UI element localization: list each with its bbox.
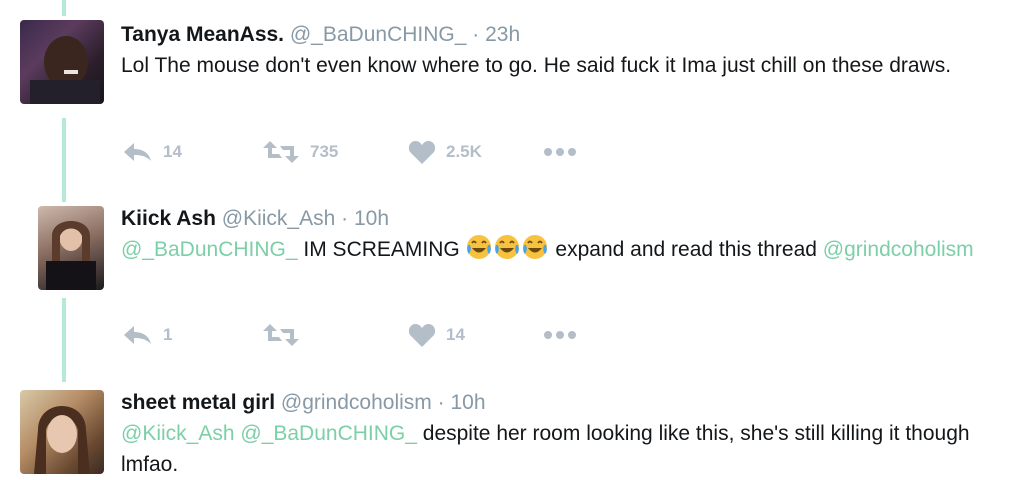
heart-icon — [408, 323, 436, 348]
more-dots-icon — [543, 147, 577, 157]
retweet-button[interactable]: 735 — [262, 137, 338, 167]
reply-arrow-icon — [121, 323, 153, 347]
username[interactable]: @_BaDunCHING_ — [290, 23, 467, 46]
face-with-tears-of-joy-icon — [522, 234, 548, 269]
avatar[interactable] — [38, 206, 104, 290]
tweet: sheet metal girl @grindcoholism · 10h @K… — [121, 390, 994, 480]
username[interactable]: @Kiick_Ash — [222, 207, 336, 230]
separator: · — [341, 207, 349, 230]
more-button[interactable] — [543, 320, 577, 350]
tweet-text: @_BaDunCHING_ IM SCREAMING expand and re… — [121, 234, 994, 269]
avatar[interactable] — [20, 390, 104, 474]
reply-button[interactable]: 1 — [121, 320, 172, 350]
mention-link[interactable]: @_BaDunCHING_ — [240, 422, 417, 445]
more-dots-icon — [543, 330, 577, 340]
retweet-icon — [262, 323, 300, 347]
like-button[interactable]: 14 — [408, 320, 465, 350]
text-segment: IM SCREAMING — [297, 238, 466, 261]
retweet-button[interactable] — [262, 320, 300, 350]
retweet-count: 735 — [310, 142, 339, 161]
reply-count: 1 — [163, 325, 173, 344]
mention-link[interactable]: @grindcoholism — [823, 238, 974, 261]
timestamp[interactable]: 10h — [450, 391, 485, 414]
timestamp[interactable]: 23h — [485, 23, 520, 46]
timestamp[interactable]: 10h — [354, 207, 389, 230]
display-name[interactable]: Kiick Ash — [121, 207, 216, 230]
text-segment: expand and read this thread — [549, 238, 823, 261]
username[interactable]: @grindcoholism — [281, 391, 432, 414]
tweet: Tanya MeanAss. @_BaDunCHING_ · 23h Lol T… — [121, 22, 994, 81]
like-count: 2.5K — [446, 142, 482, 161]
tweet-text: @Kiick_Ash @_BaDunCHING_ despite her roo… — [121, 418, 994, 480]
face-with-tears-of-joy-icon — [494, 234, 520, 269]
avatar[interactable] — [20, 20, 104, 104]
retweet-icon — [262, 140, 300, 164]
display-name[interactable]: sheet metal girl — [121, 391, 275, 414]
heart-icon — [408, 140, 436, 165]
reply-button[interactable]: 14 — [121, 137, 182, 167]
thread-line — [62, 118, 66, 202]
reply-arrow-icon — [121, 140, 153, 164]
tweet: Kiick Ash @Kiick_Ash · 10h @_BaDunCHING_… — [121, 206, 994, 269]
reply-count: 14 — [163, 142, 182, 161]
tweet-text: Lol The mouse don't even know where to g… — [121, 54, 952, 77]
mention-link[interactable]: @Kiick_Ash — [121, 422, 235, 445]
like-count: 14 — [446, 325, 465, 344]
display-name[interactable]: Tanya MeanAss. — [121, 23, 284, 46]
tweet-header: sheet metal girl @grindcoholism · 10h — [121, 390, 994, 416]
separator: · — [437, 391, 445, 414]
thread-line — [62, 0, 66, 16]
like-button[interactable]: 2.5K — [408, 137, 482, 167]
more-button[interactable] — [543, 137, 577, 167]
separator: · — [472, 23, 480, 46]
thread-line — [62, 298, 66, 382]
mention-link[interactable]: @_BaDunCHING_ — [121, 238, 298, 261]
face-with-tears-of-joy-icon — [466, 234, 492, 269]
tweet-header: Kiick Ash @Kiick_Ash · 10h — [121, 206, 994, 232]
tweet-header: Tanya MeanAss. @_BaDunCHING_ · 23h — [121, 22, 994, 48]
